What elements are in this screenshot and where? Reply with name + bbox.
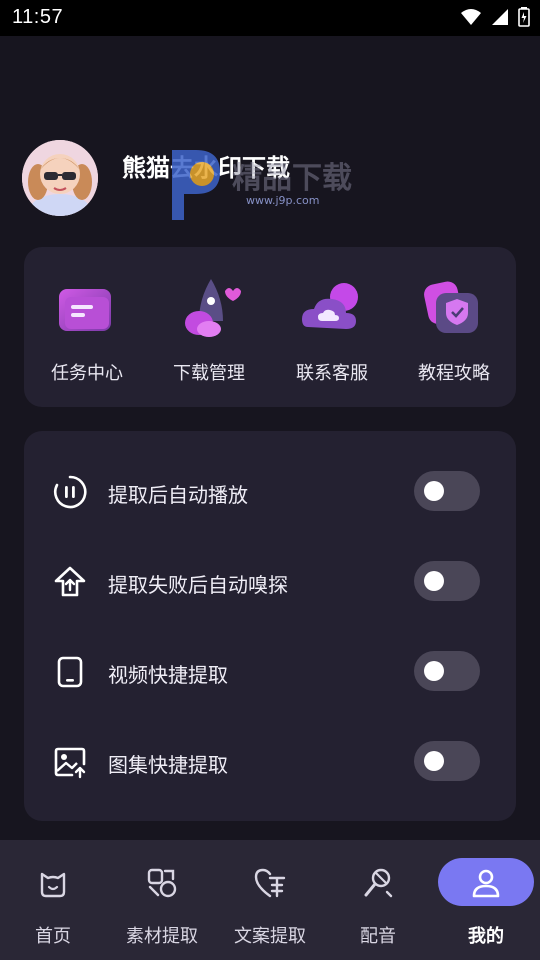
setting-label: 图集快捷提取	[108, 753, 228, 777]
quick-action-label: 任务中心	[51, 363, 123, 384]
quick-action-label: 联系客服	[296, 363, 368, 384]
nav-label: 我的	[468, 926, 504, 947]
nav-item-dubbing[interactable]: 配音	[328, 856, 428, 948]
nav-label: 素材提取	[126, 926, 198, 947]
status-icons	[460, 7, 530, 27]
toggle-knob	[424, 571, 444, 591]
pause-circle-icon	[54, 475, 87, 509]
cellular-signal-icon	[492, 9, 508, 25]
svg-text:www.j9p.com: www.j9p.com	[246, 194, 320, 207]
upload-home-icon	[54, 566, 86, 597]
quick-action-label: 下载管理	[173, 363, 245, 384]
tablet-icon	[57, 656, 83, 688]
status-bar: 11:57	[0, 0, 540, 36]
setting-label: 提取失败后自动嗅探	[108, 573, 288, 597]
svg-text:精品下载: 精品下载	[232, 161, 352, 196]
toggle-knob	[424, 661, 444, 681]
heart-text-icon	[254, 868, 286, 898]
gallery-quick-extract-toggle[interactable]	[414, 741, 480, 781]
setting-label: 提取后自动播放	[108, 483, 248, 507]
nav-item-material-extract[interactable]: 素材提取	[112, 856, 212, 948]
video-quick-extract-toggle[interactable]	[414, 651, 480, 691]
setting-auto-sniff: 提取失败后自动嗅探	[24, 551, 516, 611]
image-upload-icon	[54, 747, 86, 779]
avatar-image	[22, 140, 98, 216]
toggle-knob	[424, 751, 444, 771]
shield-icon	[424, 281, 478, 333]
settings-card: 提取后自动播放 提取失败后自动嗅探 视频快捷提取 图集快捷提取	[24, 431, 516, 821]
quick-action-tutorials[interactable]: 教程攻略	[399, 277, 509, 385]
auto-sniff-toggle[interactable]	[414, 561, 480, 601]
microphone-icon	[364, 868, 393, 898]
status-time: 11:57	[12, 6, 64, 28]
shapes-icon	[147, 868, 177, 898]
avatar[interactable]	[22, 140, 98, 216]
setting-auto-play: 提取后自动播放	[24, 461, 516, 521]
nav-item-text-extract[interactable]: 文案提取	[220, 856, 320, 948]
quick-action-label: 教程攻略	[418, 363, 490, 384]
wifi-icon	[461, 9, 481, 25]
nav-label: 配音	[360, 926, 396, 947]
battery-icon	[518, 7, 530, 27]
user-icon	[472, 869, 500, 898]
rocket-icon	[185, 279, 241, 337]
nav-label: 首页	[35, 926, 71, 947]
home-cat-icon	[40, 872, 66, 898]
setting-gallery-quick-extract: 图集快捷提取	[24, 731, 516, 791]
toggle-knob	[424, 481, 444, 501]
quick-action-task-center[interactable]: 任务中心	[32, 277, 142, 385]
bottom-nav: 首页 素材提取 文案提取 配音 我的	[0, 840, 540, 960]
cloud-icon	[302, 283, 358, 329]
quick-actions-card: 任务中心 下载管理 联系客服 教程攻略	[24, 247, 516, 407]
watermark-logo: 精品下载 www.j9p.com	[170, 144, 400, 224]
nav-item-home[interactable]: 首页	[3, 856, 103, 948]
quick-action-customer-service[interactable]: 联系客服	[277, 277, 387, 385]
quick-action-download-manager[interactable]: 下载管理	[154, 277, 264, 385]
auto-play-toggle[interactable]	[414, 471, 480, 511]
setting-label: 视频快捷提取	[108, 663, 228, 687]
nav-item-mine[interactable]: 我的	[436, 856, 536, 948]
setting-video-quick-extract: 视频快捷提取	[24, 641, 516, 701]
nav-label: 文案提取	[234, 926, 306, 947]
folder-icon	[59, 289, 111, 331]
